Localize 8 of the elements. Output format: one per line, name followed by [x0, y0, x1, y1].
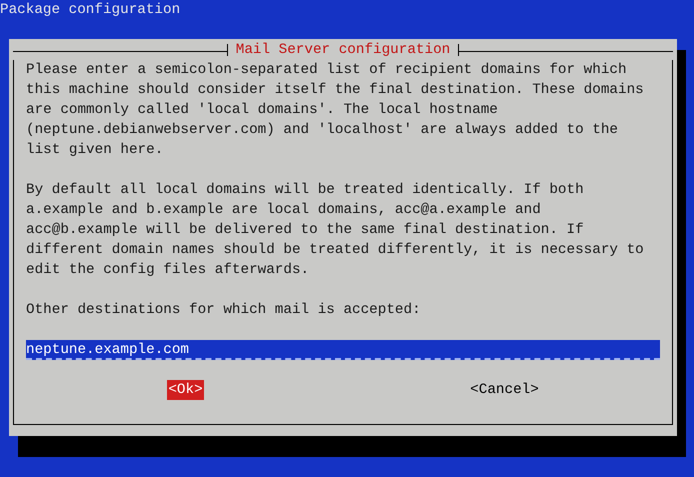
field-label: Other destinations for which mail is accepted: — [26, 301, 422, 320]
message-paragraph: By default all local domains will be treated identically. If both a.example and b.example are local domains, acc@a.example and acc@b.example will be delivered to the same final destination. If different domain names should be treated differently, it is necessary to edit the config files afterwards. — [26, 181, 645, 280]
ok-button[interactable]: <Ok> — [167, 380, 204, 400]
dialog-title: Mail Server configuration — [234, 41, 452, 60]
input-field[interactable]: neptune.example.com — [26, 340, 660, 360]
cancel-button[interactable]: <Cancel> — [469, 380, 540, 400]
message-paragraph: Please enter a semicolon-separated list of recipient domains for which this machine should consider itself the final destination. These domains are commonly called 'local domains'. The local hostname (neptune.debianwebserver.com) and 'localhost' are always added to the list given here. — [26, 61, 645, 160]
screen-title: Package configuration — [0, 1, 180, 20]
